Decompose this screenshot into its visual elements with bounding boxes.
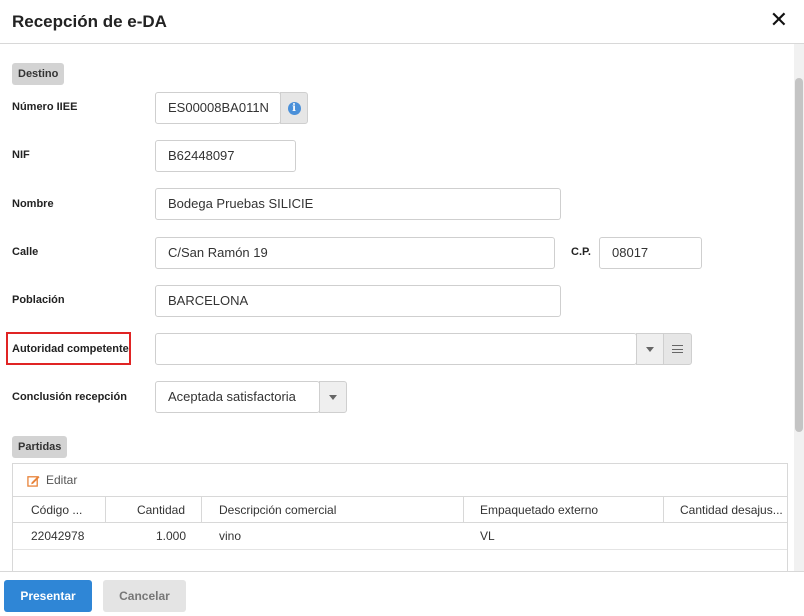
close-icon[interactable]: ✕ xyxy=(770,8,788,32)
nombre-label: Nombre xyxy=(12,198,54,210)
section-partidas: Partidas xyxy=(12,436,68,458)
scrollbar[interactable] xyxy=(794,44,804,571)
numero-iiee-field[interactable]: ES00008BA011N xyxy=(155,92,281,124)
cell-descripcion: vino xyxy=(219,529,242,543)
column-header-empaquetado[interactable]: Empaquetado externo xyxy=(464,497,664,522)
info-icon: i xyxy=(287,101,301,115)
conclusion-dropdown-button[interactable] xyxy=(319,381,347,413)
cell-desajuste xyxy=(664,523,787,549)
cancelar-button[interactable]: Cancelar xyxy=(103,580,186,612)
table-row[interactable]: 22042978 1.000 vino VL xyxy=(13,523,787,550)
menu-icon xyxy=(672,345,683,353)
section-destino: Destino xyxy=(12,63,65,85)
grid-toolbar: Editar xyxy=(13,464,787,497)
calle-label: Calle xyxy=(12,246,39,258)
dialog-header: Recepción de e-DA ✕ xyxy=(0,0,804,44)
edit-label: Editar xyxy=(46,473,78,487)
pencil-icon xyxy=(27,475,40,487)
partidas-grid: Editar Código ... Cantidad Descripción c… xyxy=(12,463,788,571)
poblacion-field[interactable]: BARCELONA xyxy=(155,285,561,317)
chevron-down-icon xyxy=(329,394,337,400)
dialog-body: Destino Número IIEE ES00008BA011N i NIF … xyxy=(0,44,804,571)
dialog-title: Recepción de e-DA xyxy=(12,12,167,31)
chevron-down-icon xyxy=(646,346,654,352)
numero-iiee-info-button[interactable]: i xyxy=(280,92,308,124)
presentar-button[interactable]: Presentar xyxy=(4,580,92,612)
conclusion-label: Conclusión recepción xyxy=(12,391,127,403)
column-header-codigo[interactable]: Código ... xyxy=(13,497,106,522)
scrollbar-thumb[interactable] xyxy=(795,78,803,432)
conclusion-select[interactable]: Aceptada satisfactoria xyxy=(155,381,320,413)
numero-iiee-label: Número IIEE xyxy=(12,101,78,113)
cp-field[interactable]: 08017 xyxy=(599,237,702,269)
cell-codigo: 22042978 xyxy=(31,529,85,543)
edit-button[interactable]: Editar xyxy=(27,473,77,487)
nombre-field[interactable]: Bodega Pruebas SILICIE xyxy=(155,188,561,220)
autoridad-label: Autoridad competente xyxy=(12,343,129,355)
calle-field[interactable]: C/San Ramón 19 xyxy=(155,237,555,269)
autoridad-dropdown-button[interactable] xyxy=(636,333,664,365)
poblacion-label: Población xyxy=(12,294,65,306)
cell-empaquetado: VL xyxy=(480,529,495,543)
column-header-descripcion[interactable]: Descripción comercial xyxy=(202,497,464,522)
autoridad-select[interactable] xyxy=(155,333,637,365)
dialog-footer: Presentar Cancelar xyxy=(0,571,804,616)
column-header-cantidad[interactable]: Cantidad xyxy=(106,497,202,522)
column-header-desajuste[interactable]: Cantidad desajus... xyxy=(664,497,787,522)
nif-field[interactable]: B62448097 xyxy=(155,140,296,172)
cell-cantidad: 1.000 xyxy=(155,529,186,543)
cp-label: C.P. xyxy=(571,246,591,258)
autoridad-list-button[interactable] xyxy=(663,333,692,365)
nif-label: NIF xyxy=(12,149,30,161)
grid-header: Código ... Cantidad Descripción comercia… xyxy=(13,497,787,523)
